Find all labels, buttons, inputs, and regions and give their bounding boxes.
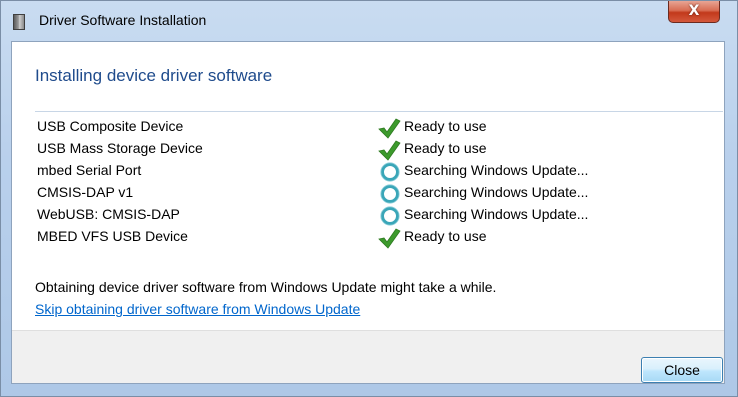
close-button[interactable]: Close bbox=[641, 357, 723, 383]
checkmark-icon bbox=[378, 118, 401, 139]
device-status: Ready to use bbox=[404, 140, 487, 156]
button-bar: Close bbox=[12, 330, 724, 383]
checkmark-icon bbox=[378, 228, 401, 249]
window-close-button[interactable]: X bbox=[668, 1, 720, 23]
searching-spinner-icon bbox=[380, 162, 400, 182]
window-title: Driver Software Installation bbox=[39, 12, 207, 28]
content-panel: Installing device driver software USB Co… bbox=[11, 41, 725, 384]
device-status: Searching Windows Update... bbox=[404, 162, 589, 178]
searching-spinner-icon bbox=[380, 184, 400, 204]
page-title: Installing device driver software bbox=[35, 66, 273, 85]
device-name: USB Composite Device bbox=[37, 118, 184, 134]
title-bar[interactable]: Driver Software Installation X bbox=[1, 1, 737, 41]
device-name: mbed Serial Port bbox=[37, 162, 142, 178]
device-row: CMSIS-DAP v1 Searching Windows Update... bbox=[12, 183, 724, 205]
device-row: USB Composite Device Ready to use bbox=[12, 117, 724, 139]
device-row: USB Mass Storage Device Ready to use bbox=[12, 139, 724, 161]
dialog-window: Driver Software Installation X Installin… bbox=[0, 0, 738, 397]
device-name: WebUSB: CMSIS-DAP bbox=[37, 206, 180, 222]
window-app-icon bbox=[13, 14, 25, 30]
skip-windows-update-link[interactable]: Skip obtaining driver software from Wind… bbox=[35, 301, 360, 317]
searching-spinner-icon bbox=[380, 206, 400, 226]
device-status: Ready to use bbox=[404, 228, 487, 244]
device-name: USB Mass Storage Device bbox=[37, 140, 203, 156]
device-status: Searching Windows Update... bbox=[404, 206, 589, 222]
device-status: Searching Windows Update... bbox=[404, 184, 589, 200]
device-name: MBED VFS USB Device bbox=[37, 228, 188, 244]
info-note: Obtaining device driver software from Wi… bbox=[35, 279, 497, 295]
device-row: MBED VFS USB Device Ready to use bbox=[12, 227, 724, 249]
device-row: mbed Serial Port Searching Windows Updat… bbox=[12, 161, 724, 183]
device-row: WebUSB: CMSIS-DAP Searching Windows Upda… bbox=[12, 205, 724, 227]
device-name: CMSIS-DAP v1 bbox=[37, 184, 134, 200]
checkmark-icon bbox=[378, 140, 401, 161]
device-status: Ready to use bbox=[404, 118, 487, 134]
divider bbox=[35, 111, 723, 112]
